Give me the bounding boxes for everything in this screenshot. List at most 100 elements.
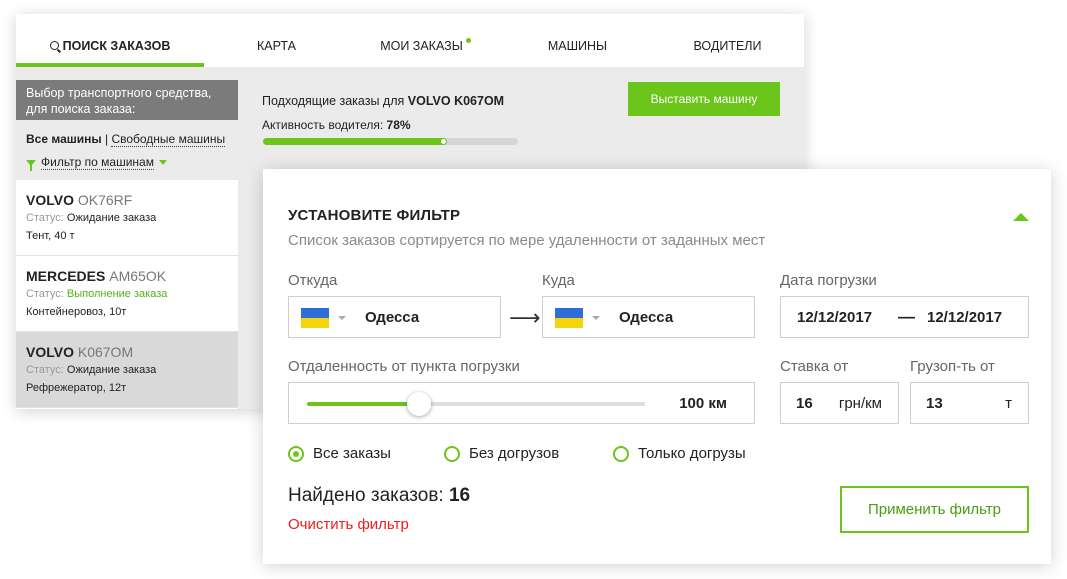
tab-vehicles[interactable]: МАШИНЫ <box>494 14 661 67</box>
status-prefix: Статус: <box>26 212 64 224</box>
date-from-value[interactable]: 12/12/2017 <box>797 309 872 326</box>
heading-vehicle: VOLVO K067OM <box>407 94 505 108</box>
all-vehicles-link[interactable]: Все машины <box>26 132 102 146</box>
vehicle-plate: AM65OK <box>109 268 167 284</box>
status-prefix: Статус: <box>26 288 64 300</box>
matching-orders-heading: Подходящие заказы для VOLVO K067OM <box>262 94 504 108</box>
from-city-select[interactable]: Одесса <box>288 296 501 338</box>
vehicle-description: Рефрежератор, 12т <box>26 382 127 394</box>
activity-progress-bar <box>263 138 518 145</box>
vehicle-plate: K067OM <box>77 344 134 360</box>
from-label: Откуда <box>288 272 338 289</box>
tab-order-search[interactable]: ПОИСК ЗАКАЗОВ <box>16 14 204 67</box>
vehicle-filter-dropdown[interactable]: Фильтр по машинам <box>26 155 228 171</box>
radio-circle <box>444 445 460 462</box>
orders-found: Найдено заказов: 16 <box>288 485 470 507</box>
driver-activity: Активность водителя: 78% <box>262 118 411 132</box>
to-label: Куда <box>542 272 575 289</box>
main-tabs: ПОИСК ЗАКАЗОВ КАРТА МОИ ЗАКАЗЫ МАШИНЫ ВО… <box>16 14 804 67</box>
chevron-down-icon <box>338 316 346 320</box>
sidebar-filter-bar: Все машины | Свободные машины Фильтр по … <box>16 120 238 180</box>
heading-prefix: Подходящие заказы для <box>262 94 405 108</box>
vehicle-description: Контейнеровоз, 10т <box>26 306 127 318</box>
to-city-select[interactable]: Одесса <box>542 296 755 338</box>
vehicle-status: Статус: Ожидание заказа <box>26 364 228 376</box>
radio-no-additional-loads[interactable]: Без догрузов <box>444 445 559 462</box>
post-vehicle-button[interactable]: Выставить машину <box>628 82 780 116</box>
vehicle-sidebar: Выбор транспортного средства, для поиска… <box>16 80 238 409</box>
filter-panel: УСТАНОВИТЕ ФИЛЬТР Список заказов сортиру… <box>263 169 1051 564</box>
tab-label: МАШИНЫ <box>547 39 608 53</box>
date-to-value[interactable]: 12/12/2017 <box>927 309 1002 326</box>
distance-value: 100 км <box>679 395 727 412</box>
status-value: Ожидание заказа <box>66 212 157 224</box>
rate-input[interactable]: 16 грн/км <box>780 382 899 424</box>
arrow-right-icon: ⟶ <box>509 305 541 330</box>
vehicle-item-selected[interactable]: VOLVO K067OM Статус: Ожидание заказа Реф… <box>16 332 238 408</box>
radio-only-additional-loads[interactable]: Только догрузы <box>613 445 746 462</box>
chevron-down-icon <box>158 160 167 165</box>
found-label: Найдено заказов: <box>288 485 444 506</box>
to-city-value: Одесса <box>619 309 674 326</box>
tab-label: ПОИСК ЗАКАЗОВ <box>62 39 171 53</box>
flag-ukraine-icon <box>555 308 583 328</box>
tab-label: ВОДИТЕЛИ <box>693 39 762 53</box>
date-separator: — <box>898 307 915 326</box>
distance-slider-track[interactable] <box>307 392 645 416</box>
capacity-input[interactable]: 13 т <box>910 382 1029 424</box>
vehicle-name: VOLVO OK76RF <box>26 192 228 208</box>
vehicle-name: VOLVO K067OM <box>26 344 228 360</box>
from-city-value: Одесса <box>365 309 420 326</box>
tab-label: КАРТА <box>257 39 296 53</box>
tab-drivers[interactable]: ВОДИТЕЛИ <box>661 14 794 67</box>
rate-label: Ставка от <box>780 358 849 375</box>
tab-label: МОИ ЗАКАЗЫ <box>380 39 463 53</box>
radio-all-orders[interactable]: Все заказы <box>288 445 391 462</box>
notification-dot <box>466 38 471 43</box>
rate-unit: грн/км <box>838 395 882 412</box>
vehicle-name: MERCEDES AM65OK <box>26 268 228 284</box>
distance-slider-fill <box>307 402 419 406</box>
chevron-up-icon[interactable] <box>1013 213 1029 221</box>
activity-progress-knob <box>441 139 446 144</box>
filter-icon <box>26 159 36 171</box>
activity-progress-fill <box>263 138 447 145</box>
found-count: 16 <box>448 485 471 506</box>
chevron-down-icon <box>592 316 600 320</box>
radio-circle <box>613 445 629 462</box>
activity-label: Активность водителя: <box>262 118 384 132</box>
radio-label: Без догрузов <box>469 445 560 462</box>
tab-map[interactable]: КАРТА <box>204 14 349 67</box>
filter-subtitle: Список заказов сортируется по мере удале… <box>288 232 766 249</box>
vehicle-item[interactable]: MERCEDES AM65OK Статус: Выполнение заказ… <box>16 256 238 332</box>
radio-label: Только догрузы <box>638 445 746 462</box>
radio-label: Все заказы <box>313 445 391 462</box>
date-label: Дата погрузки <box>780 272 877 289</box>
filter-title: УСТАНОВИТЕ ФИЛЬТР <box>288 207 461 224</box>
distance-slider-field: 100 км <box>288 382 755 424</box>
capacity-label: Грузоп-ть от <box>910 358 995 375</box>
free-vehicles-link[interactable]: Свободные машины <box>111 132 226 147</box>
capacity-unit: т <box>1005 395 1012 412</box>
vehicle-filter-label: Фильтр по машинам <box>41 155 154 170</box>
status-value: Ожидание заказа <box>66 364 157 376</box>
date-range-field[interactable]: 12/12/2017 — 12/12/2017 <box>780 296 1029 338</box>
distance-label: Отдаленность от пункта погрузки <box>288 358 520 375</box>
active-tab-indicator <box>16 63 204 67</box>
rate-value: 16 <box>796 395 813 412</box>
status-value: Выполнение заказа <box>66 288 168 300</box>
tab-my-orders[interactable]: МОИ ЗАКАЗЫ <box>349 14 494 67</box>
clear-filter-link[interactable]: Очистить фильтр <box>288 516 409 533</box>
vehicle-item[interactable]: VOLVO OK76RF Статус: Ожидание заказа Тен… <box>16 180 238 256</box>
capacity-value: 13 <box>926 395 943 412</box>
separator: | <box>104 132 109 146</box>
distance-slider-thumb[interactable] <box>407 392 431 416</box>
flag-ukraine-icon <box>301 308 329 328</box>
vehicle-brand: VOLVO <box>26 192 74 208</box>
search-icon <box>49 41 59 50</box>
apply-filter-button[interactable]: Применить фильтр <box>840 486 1029 533</box>
activity-value: 78% <box>386 118 411 132</box>
vehicle-brand: MERCEDES <box>26 268 106 284</box>
vehicle-plate: OK76RF <box>77 192 133 208</box>
radio-circle <box>288 445 304 462</box>
